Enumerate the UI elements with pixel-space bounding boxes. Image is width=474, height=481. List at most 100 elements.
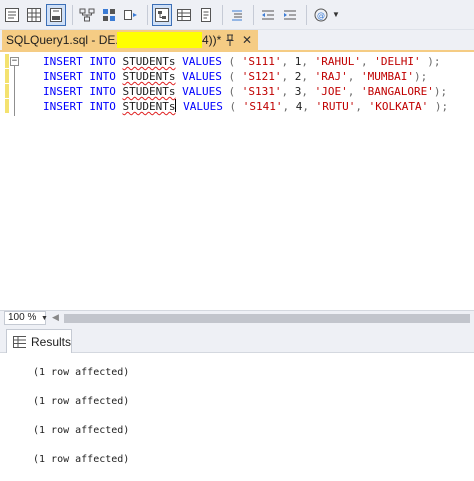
- scroll-left-icon[interactable]: ◀: [52, 312, 59, 323]
- collapse-region-line: [14, 66, 15, 116]
- table-name: STUDENTs: [122, 85, 176, 98]
- result-message: (1 row affected): [33, 396, 130, 407]
- results-pane[interactable]: (1 row affected) (1 row affected) (1 row…: [0, 353, 474, 481]
- string-literal: 'MUMBAI': [360, 70, 414, 83]
- code-line[interactable]: INSERT INTO STUDENTs VALUES ( 'S131', 3,…: [43, 84, 447, 99]
- change-indicator: [5, 99, 9, 113]
- close-icon[interactable]: ✕: [242, 32, 252, 48]
- ssms-window: @ ▼ SQLQuery1.sql - DE... 4))* ✕ − INSER…: [0, 0, 474, 481]
- keyword: INTO: [89, 55, 116, 68]
- intellisense-icon[interactable]: [121, 4, 141, 26]
- string-literal: 'BANGALORE': [360, 85, 434, 98]
- open-paren: (: [228, 85, 236, 98]
- comma: ,: [301, 70, 308, 83]
- decrease-indent-icon[interactable]: [258, 4, 278, 26]
- tab-sqlquery1[interactable]: SQLQuery1.sql - DE... 4))* ✕: [2, 30, 258, 50]
- pin-icon[interactable]: [224, 33, 236, 50]
- comma: ,: [347, 70, 355, 83]
- toolbar-separator: [306, 4, 307, 25]
- results-grid-icon: [13, 335, 26, 348]
- tab-results[interactable]: Results: [6, 329, 72, 353]
- include-actual-plan-icon[interactable]: [152, 3, 172, 26]
- change-indicator: [5, 84, 9, 98]
- code-line[interactable]: INSERT INTO STUDENTs VALUES ( 'S111', 1,…: [43, 54, 440, 69]
- comma: ,: [355, 100, 362, 113]
- chevron-down-icon[interactable]: ▼: [41, 313, 48, 325]
- string-literal: 'RAHUL': [314, 55, 361, 68]
- increase-indent-icon[interactable]: [280, 4, 300, 26]
- string-literal: 'S121': [241, 70, 282, 83]
- close-paren: );: [413, 70, 428, 83]
- open-paren: (: [228, 70, 236, 83]
- display-estimated-plan-icon[interactable]: [77, 4, 97, 26]
- document-tab-strip: SQLQuery1.sql - DE... 4))* ✕: [0, 30, 474, 52]
- keyword: INSERT: [43, 85, 83, 98]
- code-line[interactable]: INSERT INTO STUDENTs VALUES ( 'S121', 2,…: [43, 69, 427, 84]
- comma: ,: [281, 55, 289, 68]
- comma: ,: [302, 100, 309, 113]
- keyword: INTO: [89, 70, 116, 83]
- string-literal: 'DELHI': [374, 55, 421, 68]
- comma: ,: [347, 85, 355, 98]
- comment-lines-icon[interactable]: [227, 4, 247, 26]
- svg-text:@: @: [317, 11, 325, 20]
- table-name: STUDENTs: [122, 55, 176, 68]
- result-message: (1 row affected): [33, 425, 130, 436]
- open-paren: (: [229, 100, 237, 113]
- keyword: INSERT: [43, 70, 83, 83]
- string-literal: 'RAJ': [314, 70, 348, 83]
- toolbar-separator: [222, 4, 223, 25]
- close-paren: );: [434, 100, 449, 113]
- include-client-stats-icon[interactable]: [196, 4, 216, 26]
- specify-values-icon[interactable]: @: [311, 4, 331, 26]
- toolbar-separator: [72, 4, 73, 25]
- comma: ,: [301, 85, 308, 98]
- results-to-grid-icon[interactable]: [24, 4, 44, 26]
- keyword: INTO: [89, 85, 116, 98]
- keyword: INTO: [89, 100, 116, 113]
- keyword: VALUES: [182, 70, 222, 83]
- string-literal: 'S131': [241, 85, 282, 98]
- toolbar-overflow-dropdown[interactable]: ▼: [332, 10, 340, 19]
- toolbar-separator: [253, 4, 254, 25]
- open-paren: (: [228, 55, 236, 68]
- comma: ,: [281, 70, 289, 83]
- zoom-select[interactable]: 100 % ▼: [4, 311, 48, 325]
- results-tab-strip: Results: [0, 325, 474, 353]
- comma: ,: [301, 55, 308, 68]
- collapse-region-toggle[interactable]: −: [10, 57, 19, 66]
- string-literal: 'S141': [242, 100, 283, 113]
- sql-editor-toolbar: @ ▼: [0, 0, 474, 30]
- tab-title-suffix: 4))*: [202, 33, 222, 47]
- zoom-value: 100 %: [8, 312, 37, 323]
- keyword: INSERT: [43, 100, 83, 113]
- table-name: STUDENTs: [122, 100, 176, 113]
- query-editor[interactable]: − INSERT INTO STUDENTs VALUES ( 'S111', …: [0, 52, 474, 310]
- string-literal: 'S111': [241, 55, 282, 68]
- query-options-icon[interactable]: [99, 4, 119, 26]
- close-paren: );: [427, 55, 441, 68]
- include-statistics-icon[interactable]: [174, 4, 194, 26]
- result-message: (1 row affected): [33, 454, 130, 465]
- results-to-file-icon[interactable]: [46, 3, 66, 26]
- horizontal-scrollbar[interactable]: [64, 314, 470, 323]
- keyword: INSERT: [43, 55, 83, 68]
- comma: ,: [281, 85, 289, 98]
- string-literal: 'KOLKATA': [368, 100, 429, 113]
- result-message: (1 row affected): [33, 367, 130, 378]
- keyword: VALUES: [182, 85, 222, 98]
- code-line[interactable]: INSERT INTO STUDENTs VALUES ( 'S141', 4,…: [43, 99, 448, 114]
- results-to-text-icon[interactable]: [2, 4, 22, 26]
- comma: ,: [282, 100, 290, 113]
- redaction-mark: [117, 32, 202, 48]
- editor-zoom-bar: 100 % ▼ ◀: [0, 310, 474, 325]
- change-indicator: [5, 69, 9, 83]
- comma: ,: [360, 55, 368, 68]
- toolbar-separator: [147, 4, 148, 25]
- keyword: VALUES: [183, 100, 223, 113]
- table-name: STUDENTs: [122, 70, 176, 83]
- keyword: VALUES: [182, 55, 222, 68]
- results-tab-label: Results: [30, 334, 71, 349]
- string-literal: 'JOE': [314, 85, 348, 98]
- string-literal: 'RUTU': [315, 100, 356, 113]
